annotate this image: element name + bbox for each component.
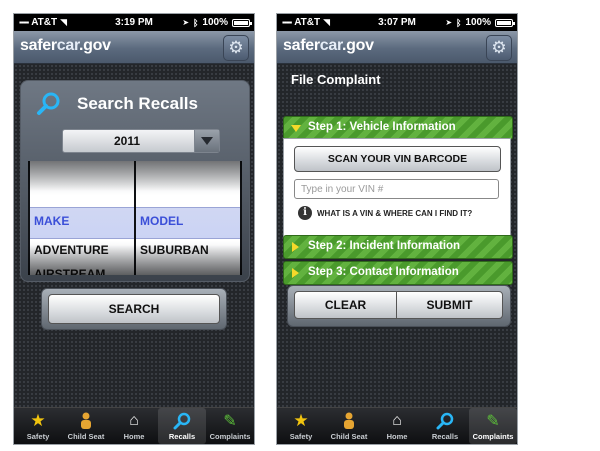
- model-header: MODEL: [140, 214, 184, 228]
- search-recalls-title: Search Recalls: [77, 94, 198, 113]
- tab-label: Safety: [26, 432, 50, 441]
- settings-gear-icon[interactable]: ⚙: [486, 35, 512, 61]
- bluetooth-icon: ᛒ: [456, 17, 462, 28]
- status-bar: ▪▪▪▪▪ AT&T ◥ 3:07 PM ➤ ᛒ 100%: [277, 14, 517, 31]
- tab-label: Safety: [289, 432, 313, 441]
- battery-icon: [232, 18, 252, 27]
- logo-car: car: [56, 37, 80, 54]
- step-2-header[interactable]: Step 2: Incident Information: [283, 235, 513, 259]
- search-button[interactable]: SEARCH: [48, 294, 220, 324]
- recalls-screen: ▪▪▪▪▪ AT&T ◥ 3:19 PM ➤ ᛒ 100% safercar.gov ⚙…: [13, 13, 255, 445]
- tab-bar: ★ Safety Child Seat ⌂ Home Recalls ✎ Com…: [14, 407, 254, 444]
- settings-gear-icon[interactable]: ⚙: [223, 35, 249, 61]
- child-seat-icon: [344, 412, 354, 429]
- child-seat-icon: [81, 412, 91, 429]
- search-button-frame: SEARCH: [41, 288, 227, 330]
- pencil-icon: ✎: [223, 413, 237, 430]
- step-2-label: Step 2: Incident Information: [308, 240, 461, 252]
- model-wheel[interactable]: MODEL SUBURBAN: [136, 161, 240, 275]
- tab-label: Recalls: [431, 432, 459, 441]
- tab-safety[interactable]: ★ Safety: [277, 408, 325, 444]
- vin-help-link[interactable]: i WHAT IS A VIN & WHERE CAN I FIND IT?: [298, 206, 472, 220]
- info-icon: i: [298, 206, 312, 220]
- tab-label: Child Seat: [330, 432, 368, 441]
- tab-bar: ★ Safety Child Seat ⌂ Home Recalls ✎ Com…: [277, 407, 517, 444]
- safercar-logo[interactable]: safercar.gov: [283, 37, 374, 55]
- tab-complaints[interactable]: ✎ Complaints: [469, 408, 517, 444]
- submit-button[interactable]: SUBMIT: [396, 291, 503, 319]
- magnifier-icon: [173, 412, 191, 430]
- year-select[interactable]: 2011: [62, 129, 220, 153]
- tab-safety[interactable]: ★ Safety: [14, 408, 62, 444]
- vin-input[interactable]: [294, 179, 499, 199]
- tab-complaints[interactable]: ✎ Complaints: [206, 408, 254, 444]
- make-item[interactable]: ADVENTURE: [34, 243, 109, 257]
- magnifier-icon: [37, 92, 60, 115]
- app-header: safercar.gov ⚙: [14, 31, 254, 64]
- app-header: safercar.gov ⚙: [277, 31, 517, 64]
- clear-submit-frame: CLEAR SUBMIT: [287, 285, 511, 327]
- file-complaint-title: File Complaint: [291, 72, 381, 87]
- make-header: MAKE: [34, 214, 70, 228]
- tab-label: Home: [386, 432, 408, 441]
- triangle-right-icon: [292, 242, 299, 252]
- battery-label: 100%: [465, 17, 491, 28]
- logo-safer: safer: [283, 37, 320, 54]
- safercar-logo[interactable]: safercar.gov: [20, 37, 111, 55]
- home-icon: ⌂: [392, 412, 402, 429]
- battery-icon: [495, 18, 515, 27]
- complaint-screen: ▪▪▪▪▪ AT&T ◥ 3:07 PM ➤ ᛒ 100% safercar.gov ⚙…: [276, 13, 518, 445]
- tab-label: Complaints: [472, 432, 514, 441]
- location-icon: ➤: [445, 18, 453, 27]
- logo-gov: .gov: [79, 37, 111, 54]
- triangle-down-icon: [291, 125, 301, 132]
- star-icon: ★: [293, 411, 309, 430]
- tab-label: Recalls: [168, 432, 196, 441]
- vin-help-text: WHAT IS A VIN & WHERE CAN I FIND IT?: [317, 208, 473, 218]
- pencil-icon: ✎: [486, 413, 500, 430]
- battery-label: 100%: [202, 17, 228, 28]
- chevron-down-icon[interactable]: [194, 130, 219, 152]
- tab-label: Home: [123, 432, 145, 441]
- make-item[interactable]: AIRSTREAM: [34, 267, 105, 275]
- logo-gov: .gov: [342, 37, 374, 54]
- make-wheel[interactable]: MAKE ADVENTURE AIRSTREAM: [30, 161, 134, 275]
- tab-recalls[interactable]: Recalls: [421, 408, 469, 444]
- tab-home[interactable]: ⌂ Home: [373, 408, 421, 444]
- complaint-content: File Complaint Step 1: Vehicle Informati…: [277, 64, 517, 409]
- home-icon: ⌂: [129, 412, 139, 429]
- recalls-content: Search Recalls 2011 MAKE ADVENTURE AIRST…: [14, 64, 254, 409]
- tab-label: Complaints: [209, 432, 251, 441]
- magnifier-icon: [436, 412, 454, 430]
- step-1-label: Step 1: Vehicle Information: [308, 121, 456, 133]
- year-value: 2011: [113, 134, 141, 148]
- step-1-body: SCAN YOUR VIN BARCODE i WHAT IS A VIN & …: [283, 138, 511, 238]
- location-icon: ➤: [182, 18, 190, 27]
- search-recalls-panel: Search Recalls 2011 MAKE ADVENTURE AIRST…: [20, 80, 250, 282]
- scan-vin-button[interactable]: SCAN YOUR VIN BARCODE: [294, 146, 501, 172]
- model-item[interactable]: SUBURBAN: [140, 243, 209, 257]
- triangle-right-icon: [292, 268, 299, 278]
- bluetooth-icon: ᛒ: [193, 17, 199, 28]
- step-3-label: Step 3: Contact Information: [308, 266, 459, 278]
- tab-home[interactable]: ⌂ Home: [110, 408, 158, 444]
- step-3-header[interactable]: Step 3: Contact Information: [283, 261, 513, 285]
- tab-child-seat[interactable]: Child Seat: [62, 408, 110, 444]
- logo-safer: safer: [20, 37, 57, 54]
- star-icon: ★: [30, 411, 46, 430]
- clear-button[interactable]: CLEAR: [294, 291, 397, 319]
- step-1-header[interactable]: Step 1: Vehicle Information: [283, 116, 513, 140]
- tab-recalls[interactable]: Recalls: [158, 408, 206, 444]
- tab-child-seat[interactable]: Child Seat: [325, 408, 373, 444]
- logo-car: car: [319, 37, 343, 54]
- make-model-picker[interactable]: MAKE ADVENTURE AIRSTREAM MODEL SUBURBAN: [28, 161, 242, 275]
- tab-label: Child Seat: [67, 432, 105, 441]
- status-bar: ▪▪▪▪▪ AT&T ◥ 3:19 PM ➤ ᛒ 100%: [14, 14, 254, 31]
